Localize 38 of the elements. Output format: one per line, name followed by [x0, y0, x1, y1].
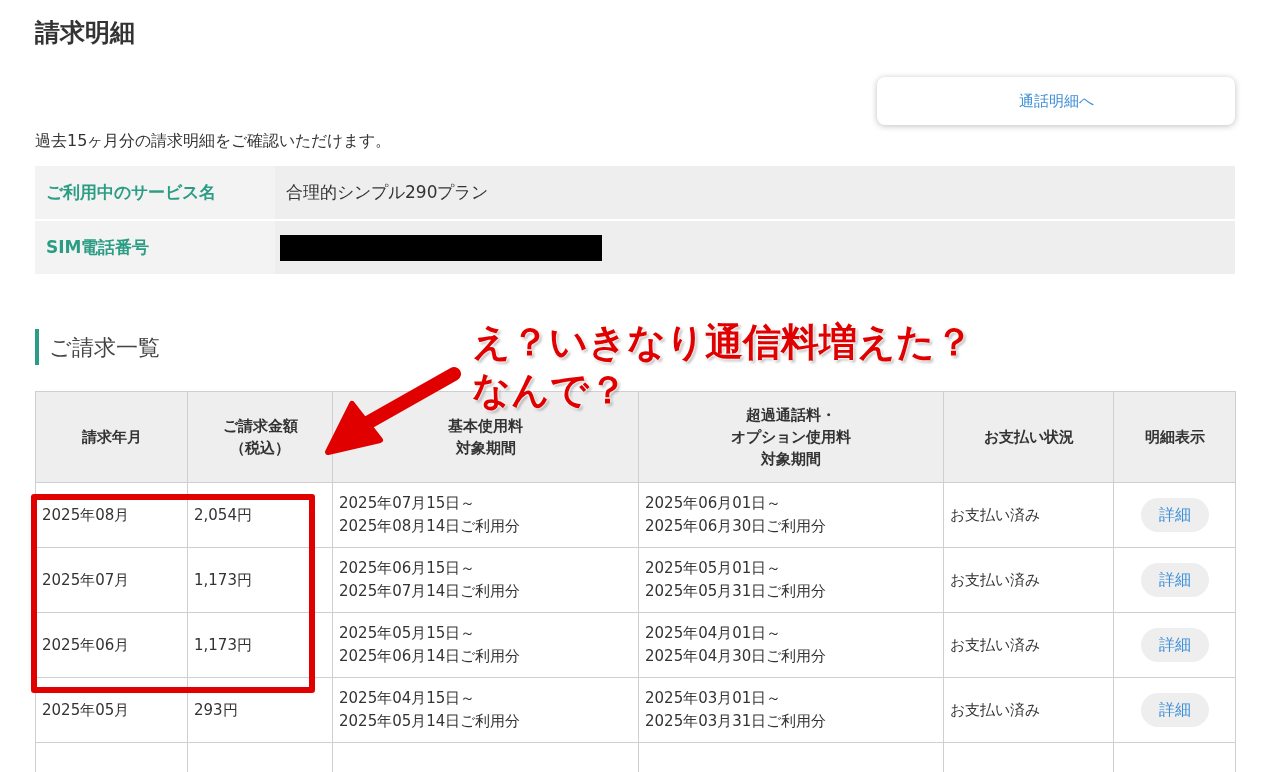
- column-header: 明細表示: [1113, 391, 1236, 483]
- table-cell: 1,173円: [187, 612, 333, 678]
- details-button[interactable]: 詳細: [1140, 563, 1209, 597]
- table-cell: 2025年07月: [35, 547, 188, 613]
- details-button[interactable]: 詳細: [1140, 693, 1209, 727]
- page-title: 請求明細: [35, 17, 136, 49]
- table-cell: お支払い済み: [943, 547, 1114, 613]
- table-cell: 2025年05月15日～ 2025年06月14日ご利用分: [332, 612, 639, 678]
- table-cell: 2025年06月01日～ 2025年06月30日ご利用分: [638, 482, 944, 548]
- table-cell: お支払い済み: [943, 677, 1114, 743]
- table-cell: 1,173円: [187, 547, 333, 613]
- table-cell: 2025年05月01日～ 2025年05月31日ご利用分: [638, 547, 944, 613]
- table-cell: 2025年06月15日～ 2025年07月14日ご利用分: [332, 547, 639, 613]
- table-cell: お支払い済み: [943, 612, 1114, 678]
- annotation-text: なんで？: [472, 367, 628, 414]
- table-cell: 2025年03月01日～ 2025年03月31日ご利用分: [638, 677, 944, 743]
- column-header: 超過通話料・ オプション使用料 対象期間: [638, 391, 944, 483]
- description-text: 過去15ヶ月分の請求明細をご確認いただけます。: [35, 130, 393, 152]
- annotation-text: え？いきなり通信料増えた？: [472, 319, 973, 366]
- column-header: 請求年月: [35, 391, 188, 483]
- table-cell: 2025年07月15日～ 2025年08月14日ご利用分: [332, 482, 639, 548]
- table-cell: 2025年05月: [35, 677, 188, 743]
- table-cell: 2,054円: [187, 482, 333, 548]
- details-button[interactable]: 詳細: [1140, 498, 1209, 532]
- table-cell: お支払い済み: [943, 482, 1114, 548]
- table-cell: 2025年08月: [35, 482, 188, 548]
- info-label: ご利用中のサービス名: [46, 180, 216, 204]
- table-cell: 2025年04月01日～ 2025年04月30日ご利用分: [638, 612, 944, 678]
- table-cell: 2025年04月15日～ 2025年05月14日ご利用分: [332, 677, 639, 743]
- column-header: お支払い状況: [943, 391, 1114, 483]
- section-title: ご請求一覧: [49, 333, 160, 362]
- call-details-button[interactable]: 通話明細へ: [877, 77, 1235, 125]
- info-label: SIM電話番号: [46, 235, 150, 259]
- section-marker: [35, 329, 39, 365]
- table-cell: 2025年06月: [35, 612, 188, 678]
- info-value: 合理的シンプル290プラン: [286, 180, 489, 204]
- details-button[interactable]: 詳細: [1140, 628, 1209, 662]
- table-cell: 293円: [187, 677, 333, 743]
